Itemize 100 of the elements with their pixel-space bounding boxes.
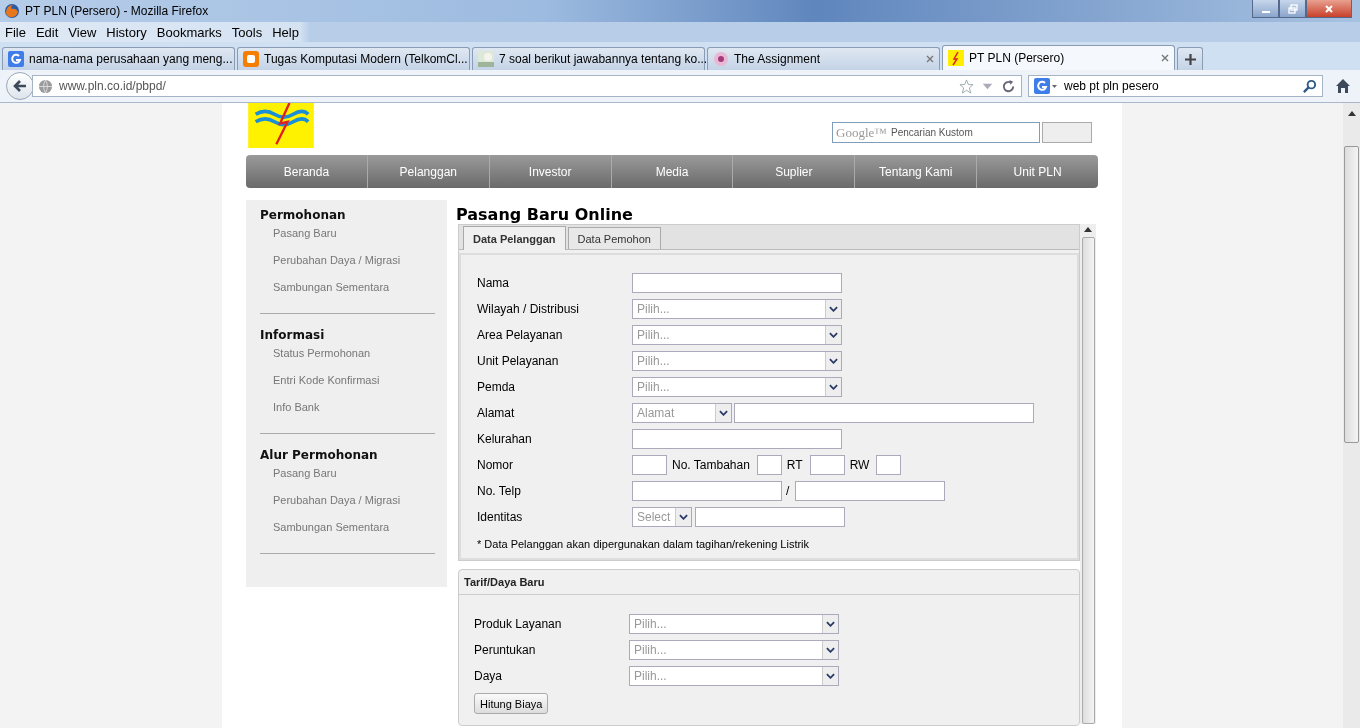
nav-link[interactable]: Tentang Kami — [854, 155, 977, 188]
search-field[interactable]: web pt pln pesero — [1028, 75, 1323, 97]
field-label: Nama — [477, 276, 510, 290]
sidebar-link[interactable]: Perubahan Daya / Migrasi — [260, 253, 435, 280]
field-label: Produk Layanan — [474, 617, 563, 631]
nav-link[interactable]: Media — [610, 155, 733, 188]
input-field[interactable] — [632, 429, 842, 449]
input-field[interactable] — [734, 403, 1034, 423]
dropdown[interactable]: Pilih... — [632, 325, 842, 345]
field-label: RT — [786, 458, 803, 472]
close-tab-icon[interactable] — [1161, 54, 1169, 62]
dropdown[interactable]: Pilih... — [632, 351, 842, 371]
panel-heading: Tarif/Daya Baru — [459, 570, 1079, 595]
close-button[interactable] — [1306, 0, 1352, 18]
menu-item[interactable]: View — [68, 24, 97, 40]
dropdown[interactable]: Pilih... — [629, 614, 839, 634]
input-field[interactable] — [809, 455, 845, 475]
scrollbar[interactable] — [1343, 103, 1360, 728]
input-field[interactable] — [632, 455, 667, 475]
home-icon[interactable] — [1335, 78, 1351, 94]
dropdown[interactable]: Pilih... — [632, 299, 842, 319]
plus-icon — [1184, 53, 1196, 65]
google-icon — [8, 51, 24, 67]
scroll-up-icon[interactable] — [1084, 227, 1092, 232]
search-field[interactable]: Google™ Pencarian Kustom — [832, 122, 1040, 143]
new-tab-button[interactable] — [1177, 47, 1203, 70]
back-button[interactable] — [6, 72, 34, 100]
caret-icon — [825, 378, 841, 396]
caret-icon — [825, 300, 841, 318]
separator-text: / — [786, 484, 790, 498]
lightning-icon — [948, 50, 964, 66]
nav-link[interactable]: Beranda — [246, 155, 367, 188]
blogger-icon — [243, 51, 259, 67]
browser-tab[interactable]: PT PLN (Persero) — [942, 45, 1175, 70]
browser-tab[interactable]: 7 soal berikut jawabannya tentang ko... — [472, 47, 705, 70]
menu-item[interactable]: File — [5, 24, 26, 40]
input-field[interactable] — [795, 481, 946, 501]
sidebar-link[interactable]: Perubahan Daya / Migrasi — [260, 493, 435, 520]
menu-item[interactable]: Edit — [35, 24, 59, 40]
close-tab-icon[interactable] — [926, 55, 934, 63]
search-icon[interactable] — [1302, 78, 1317, 94]
field-label: Unit Pelayanan — [477, 354, 560, 368]
minimize-button[interactable] — [1252, 0, 1279, 18]
field-label: Pemda — [477, 380, 517, 394]
star-icon[interactable] — [959, 78, 974, 94]
form-tab[interactable]: Data Pelanggan — [463, 226, 566, 250]
dropdown[interactable]: Select — [632, 507, 692, 527]
reload-icon[interactable] — [1001, 78, 1016, 94]
sidebar-heading: Informasi — [260, 328, 326, 342]
dropdown[interactable]: Pilih... — [629, 666, 839, 686]
menu-item[interactable]: Tools — [231, 24, 263, 40]
sidebar-link[interactable]: Sambungan Sementara — [260, 520, 435, 547]
sidebar-link[interactable]: Sambungan Sementara — [260, 280, 435, 307]
field-label: Identitas — [477, 510, 524, 524]
nav-link[interactable]: Pelanggan — [366, 155, 489, 188]
sidebar-link[interactable]: Info Bank — [260, 400, 435, 427]
google-icon[interactable] — [1034, 78, 1058, 94]
caret-icon — [825, 326, 841, 344]
caret-icon — [822, 641, 838, 659]
sidebar-link[interactable]: Pasang Baru — [260, 226, 435, 253]
sidebar-heading: Permohonan — [260, 208, 347, 222]
scrollbar[interactable] — [1080, 224, 1096, 724]
minimize-icon — [1261, 10, 1270, 13]
input-field[interactable] — [632, 481, 782, 501]
caret-icon — [822, 667, 838, 685]
sidebar-link[interactable]: Pasang Baru — [260, 466, 435, 493]
input-field[interactable] — [876, 455, 902, 475]
menu-item[interactable]: History — [106, 24, 147, 40]
sidebar-link[interactable]: Entri Kode Konfirmasi — [260, 373, 435, 400]
form-tab[interactable]: Data Pemohon — [567, 227, 661, 249]
field-label: Nomor — [477, 458, 514, 472]
dropdown[interactable]: Alamat — [632, 403, 732, 423]
search-button[interactable] — [1042, 122, 1092, 143]
restore-button[interactable] — [1279, 0, 1306, 18]
window-title: PT PLN (Persero) - Mozilla Firefox — [25, 4, 209, 18]
browser-tab[interactable]: nama-nama perusahaan yang meng... — [2, 47, 235, 70]
scroll-up-icon[interactable] — [1347, 111, 1356, 116]
input-field[interactable] — [756, 455, 782, 475]
browser-tab[interactable]: Tugas Komputasi Modern (TelkomCl... — [237, 47, 470, 70]
restore-icon — [1287, 3, 1298, 14]
close-icon — [1324, 3, 1334, 14]
menu-item[interactable]: Bookmarks — [156, 24, 222, 40]
input-field[interactable] — [695, 507, 845, 527]
field-label: Kelurahan — [477, 432, 533, 446]
nav-link[interactable]: Unit PLN — [976, 155, 1098, 188]
input-field[interactable] — [632, 273, 842, 293]
nav-link[interactable]: Suplier — [732, 155, 855, 188]
thumbnail-icon — [478, 51, 494, 67]
dropdown[interactable]: Pilih... — [632, 377, 842, 397]
caret-icon — [825, 352, 841, 370]
calculate-button[interactable]: Hitung Biaya — [474, 693, 549, 714]
dropdown[interactable]: Pilih... — [629, 640, 839, 660]
address-bar[interactable]: www.pln.co.id/pbpd/ — [32, 75, 1022, 97]
menu-item[interactable]: Help — [272, 24, 299, 40]
browser-tab[interactable]: The Assignment — [707, 47, 940, 70]
nav-link[interactable]: Investor — [488, 155, 611, 188]
caret-icon — [715, 404, 731, 422]
sidebar-link[interactable]: Status Permohonan — [260, 346, 435, 373]
logo-icon — [246, 103, 316, 148]
globe-icon — [38, 78, 53, 94]
